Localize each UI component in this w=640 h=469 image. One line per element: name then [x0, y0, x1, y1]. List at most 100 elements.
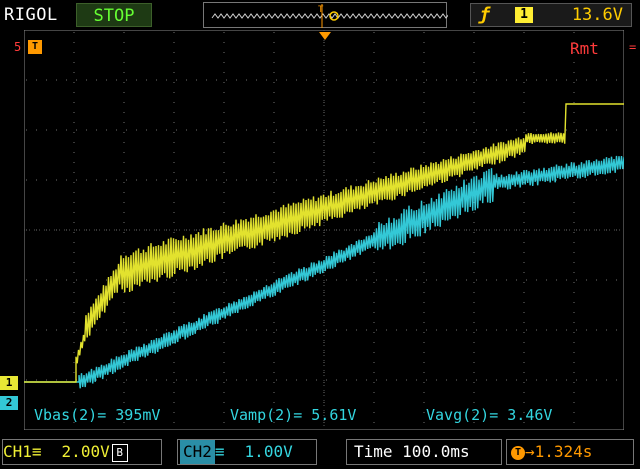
- grid-dot: [473, 132, 475, 133]
- grid-dot: [123, 222, 125, 223]
- grid-dot: [373, 202, 375, 203]
- grid-dot: [196, 379, 197, 381]
- grid-dot: [376, 279, 377, 281]
- grid-dot: [573, 32, 575, 33]
- grid-dot: [236, 79, 237, 81]
- grid-dot: [573, 122, 575, 123]
- grid-dot: [123, 372, 125, 373]
- grid-dot: [196, 129, 197, 131]
- grid-dot: [73, 362, 75, 363]
- grid-dot: [273, 172, 275, 173]
- grid-dot: [473, 332, 475, 333]
- grid-dot: [73, 52, 75, 53]
- grid-dot: [176, 379, 177, 381]
- ch1-ground-marker[interactable]: 1: [0, 376, 18, 390]
- grid-dot: [323, 282, 325, 283]
- grid-dot: [216, 179, 217, 181]
- waveform-display[interactable]: [24, 30, 624, 430]
- grid-dot: [123, 152, 125, 153]
- grid-dot: [406, 379, 407, 381]
- trigger-offset-settings[interactable]: T →1.324s: [506, 439, 634, 465]
- grid-dot: [176, 329, 177, 331]
- ch2-ground-marker[interactable]: 2: [0, 396, 18, 410]
- grid-dot: [473, 322, 475, 323]
- grid-dot: [473, 252, 475, 253]
- grid-dot: [446, 79, 447, 81]
- grid-dot: [296, 79, 297, 81]
- grid-dot: [76, 229, 77, 231]
- grid-dot: [26, 329, 27, 331]
- trigger-settings[interactable]: ƒ 1 13.6V: [470, 3, 632, 27]
- run-stop-status[interactable]: STOP: [76, 3, 152, 27]
- grid-dot: [473, 72, 475, 73]
- trigger-level-marker[interactable]: T: [28, 40, 42, 54]
- grid-dot: [186, 279, 187, 281]
- grid-dot: [423, 122, 425, 123]
- grid-dot: [123, 332, 125, 333]
- grid-dot: [336, 279, 337, 281]
- grid-dot: [166, 179, 167, 181]
- grid-dot: [173, 192, 175, 193]
- grid-dot: [266, 279, 267, 281]
- grid-dot: [356, 79, 357, 81]
- grid-dot: [556, 329, 557, 331]
- grid-dot: [336, 379, 337, 381]
- grid-dot: [223, 182, 225, 183]
- grid-dot: [223, 102, 225, 103]
- grid-dot: [386, 79, 387, 81]
- grid-dot: [573, 142, 575, 143]
- grid-dot: [506, 279, 507, 281]
- grid-dot: [206, 129, 207, 131]
- grid-dot: [273, 72, 275, 73]
- grid-dot: [366, 279, 367, 281]
- grid-dot: [566, 129, 567, 131]
- grid-dot: [246, 129, 247, 131]
- grid-dot: [523, 82, 525, 83]
- grid-dot: [423, 342, 425, 343]
- grid-dot: [586, 179, 587, 181]
- grid-dot: [266, 179, 267, 181]
- grid-dot: [173, 202, 175, 203]
- grid-dot: [396, 329, 397, 331]
- grid-dot: [73, 242, 75, 243]
- grid-dot: [423, 82, 425, 83]
- grid-dot: [323, 122, 325, 123]
- grid-dot: [223, 332, 225, 333]
- grid-dot: [173, 282, 175, 283]
- grid-dot: [86, 179, 87, 181]
- grid-dot: [416, 279, 417, 281]
- ch2-settings[interactable]: CH2 ≡ 1.00V: [177, 439, 317, 465]
- timebase-settings[interactable]: Time 100.0ms: [346, 439, 502, 465]
- grid-dot: [126, 379, 127, 381]
- grid-dot: [146, 129, 147, 131]
- grid-dot: [223, 282, 225, 283]
- grid-dot: [73, 252, 75, 253]
- grid-dot: [136, 229, 137, 231]
- grid-dot: [123, 232, 125, 233]
- grid-dot: [186, 229, 187, 231]
- grid-dot: [326, 279, 327, 281]
- top-status-bar: RIGOL STOP T ƒ 1 13.6V: [0, 0, 640, 30]
- grid-dot: [523, 372, 525, 373]
- grid-dot: [73, 312, 75, 313]
- grid-dot: [136, 179, 137, 181]
- grid-dot: [573, 362, 575, 363]
- grid-dot: [386, 129, 387, 131]
- grid-dot: [573, 102, 575, 103]
- trigger-level: 13.6V: [571, 5, 623, 25]
- grid-dot: [336, 229, 337, 231]
- grid-dot: [526, 229, 527, 231]
- grid-dot: [523, 122, 525, 123]
- grid-dot: [223, 412, 225, 413]
- grid-dot: [366, 329, 367, 331]
- grid-dot: [246, 79, 247, 81]
- grid-dot: [423, 102, 425, 103]
- grid-dot: [323, 392, 325, 393]
- grid-dot: [86, 129, 87, 131]
- grid-dot: [286, 179, 287, 181]
- grid-dot: [136, 129, 137, 131]
- grid-dot: [423, 382, 425, 383]
- ch1-settings[interactable]: CH1≡ 2.00V B: [2, 439, 162, 465]
- grid-dot: [336, 129, 337, 131]
- grid-dot: [273, 32, 275, 33]
